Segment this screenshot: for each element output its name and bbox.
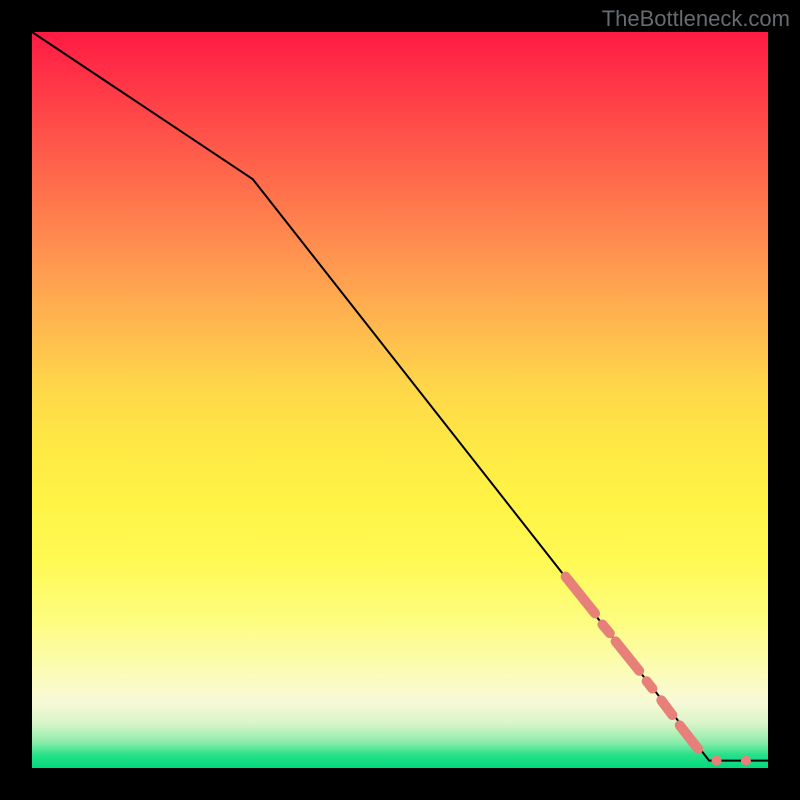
marker-dash xyxy=(647,681,653,688)
watermark-text: TheBottleneck.com xyxy=(602,6,790,32)
marker-dot xyxy=(712,756,722,766)
plot-area xyxy=(32,32,768,768)
marker-dash xyxy=(602,625,609,634)
bottleneck-curve xyxy=(32,32,768,761)
chart-svg xyxy=(32,32,768,768)
marker-dash xyxy=(566,577,595,614)
chart-frame: TheBottleneck.com xyxy=(0,0,800,800)
marker-layer xyxy=(566,577,751,766)
marker-dash xyxy=(616,641,640,670)
marker-dash xyxy=(661,700,672,715)
marker-dash xyxy=(680,725,698,749)
marker-dot xyxy=(741,756,751,766)
curve-layer xyxy=(32,32,768,761)
